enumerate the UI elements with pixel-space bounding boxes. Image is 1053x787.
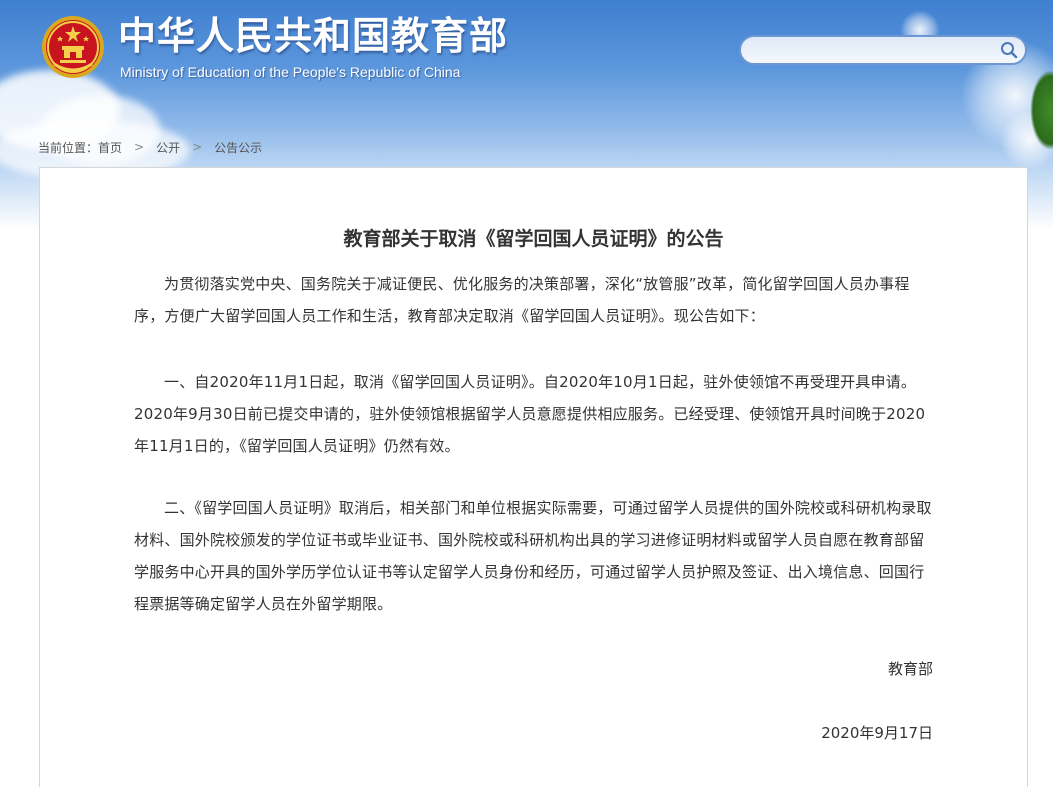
- site-title[interactable]: 中华人民共和国教育部: [118, 14, 508, 58]
- site-subtitle: Ministry of Education of the People's Re…: [120, 64, 461, 80]
- article-paragraph: 为贯彻落实党中央、国务院关于减证便民、优化服务的决策部署，深化“放管服”改革，简…: [134, 275, 910, 325]
- breadcrumb-notice-link[interactable]: 公告公示: [214, 139, 262, 156]
- article-title: 教育部关于取消《留学回国人员证明》的公告: [343, 228, 724, 250]
- search-input[interactable]: [755, 41, 999, 63]
- article-container: 教育部关于取消《留学回国人员证明》的公告 为贯彻落实党中央、国务院关于减证便民、…: [39, 167, 1028, 787]
- breadcrumb-public-link[interactable]: 公开: [156, 139, 180, 156]
- breadcrumb-home-link[interactable]: 首页: [98, 139, 122, 156]
- national-emblem-icon[interactable]: [40, 14, 106, 80]
- search-icon[interactable]: [999, 40, 1019, 60]
- breadcrumb-prefix: 当前位置：: [38, 140, 99, 155]
- breadcrumb: 当前位置： 首页 > 公开 > 公告公示: [38, 138, 262, 156]
- article-paragraph: 二、《留学回国人员证明》取消后，相关部门和单位根据实际需要，可通过留学人员提供的…: [134, 499, 932, 613]
- breadcrumb-separator: >: [134, 140, 145, 154]
- breadcrumb-separator: >: [192, 140, 203, 154]
- search-box: [739, 35, 1027, 65]
- article-date: 2020年9月17日: [821, 724, 933, 742]
- article-signature: 教育部: [887, 660, 933, 678]
- article-paragraph: 一、自2020年11月1日起，取消《留学回国人员证明》。自2020年10月1日起…: [134, 373, 926, 455]
